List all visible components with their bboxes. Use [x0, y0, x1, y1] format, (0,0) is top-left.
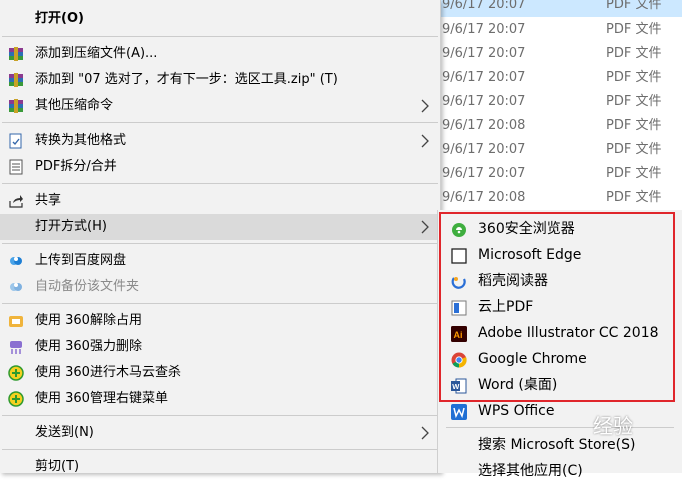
menu-item-send-to[interactable]: 发送到(N) — [0, 420, 440, 446]
menu-separator — [2, 183, 438, 184]
menu-item-upload-baidu[interactable]: 上传到百度网盘 — [0, 248, 440, 274]
watermark: 经验 — [593, 414, 633, 438]
convert-icon — [8, 133, 24, 149]
menu-item-auto-backup[interactable]: 自动备份该文件夹 — [0, 274, 440, 300]
menu-separator — [2, 36, 438, 37]
menu-item-other-compress[interactable]: 其他压缩命令 — [0, 93, 440, 119]
menu-separator — [2, 449, 438, 450]
baidu-cloud-icon — [8, 279, 24, 295]
edge-icon — [451, 247, 467, 264]
chevron-right-icon — [420, 128, 430, 154]
file-row[interactable]: 9/6/17 20:07 PDF 文件 — [438, 162, 682, 186]
submenu-item-illustrator[interactable]: Ai Adobe Illustrator CC 2018 — [438, 320, 682, 346]
menu-item-convert[interactable]: 转换为其他格式 — [0, 128, 440, 154]
file-row[interactable]: 9/6/17 20:07 PDF 文件 — [438, 18, 682, 42]
docer-reader-icon — [451, 273, 467, 289]
word-icon: W — [451, 377, 467, 394]
file-row[interactable]: 9/6/17 20:07 PDF 文件 — [438, 0, 682, 17]
file-row[interactable]: 9/6/17 20:08 PDF 文件 — [438, 114, 682, 138]
share-icon — [8, 193, 24, 209]
submenu-item-search-store[interactable]: 搜索 Microsoft Store(S) — [438, 432, 682, 458]
svg-text:W: W — [452, 382, 460, 391]
wps-icon — [451, 403, 467, 420]
360-plus-icon — [8, 365, 24, 381]
pdf-split-icon — [8, 159, 24, 175]
winrar-icon — [8, 46, 24, 62]
svg-text:Ai: Ai — [454, 330, 463, 340]
menu-item-trojan-scan-360[interactable]: 使用 360进行木马云查杀 — [0, 360, 440, 386]
menu-separator — [2, 122, 438, 123]
chevron-right-icon — [420, 214, 430, 240]
submenu-item-360-browser[interactable]: 360安全浏览器 — [438, 216, 682, 242]
menu-item-force-delete-360[interactable]: 使用 360强力删除 — [0, 334, 440, 360]
menu-item-cut[interactable]: 剪切(T) — [0, 454, 440, 480]
file-row[interactable]: 9/6/17 20:07 PDF 文件 — [438, 138, 682, 162]
winrar-icon — [8, 72, 24, 88]
submenu-item-word[interactable]: W Word (桌面) — [438, 372, 682, 398]
menu-separator — [2, 303, 438, 304]
menu-item-add-archive[interactable]: 添加到压缩文件(A)... — [0, 41, 440, 67]
menu-item-share[interactable]: 共享 — [0, 188, 440, 214]
submenu-separator — [446, 427, 674, 428]
menu-separator — [2, 243, 438, 244]
submenu-item-chrome[interactable]: Google Chrome — [438, 346, 682, 372]
chevron-right-icon — [420, 93, 430, 119]
submenu-item-edge[interactable]: Microsoft Edge — [438, 242, 682, 268]
submenu-item-wps[interactable]: WPS Office — [438, 398, 682, 424]
360-browser-icon — [451, 221, 467, 237]
menu-item-add-zip[interactable]: 添加到 "07 选对了，才有下一步：选区工具.zip" (T) — [0, 67, 440, 93]
unlock-360-icon — [8, 313, 24, 329]
file-row[interactable]: 9/6/17 20:08 PDF 文件 — [438, 186, 682, 210]
winrar-icon — [8, 98, 24, 114]
menu-item-manage-menu-360[interactable]: 使用 360管理右键菜单 — [0, 386, 440, 412]
chrome-icon — [451, 351, 467, 368]
menu-separator — [2, 415, 438, 416]
cloud-pdf-icon — [451, 299, 467, 316]
file-row[interactable]: 9/6/17 20:07 PDF 文件 — [438, 90, 682, 114]
menu-item-open[interactable]: 打开(O) — [0, 6, 440, 32]
submenu-item-cloud-pdf[interactable]: 云上PDF — [438, 294, 682, 320]
context-menu: 打开(O) 添加到压缩文件(A)... 添加到 "07 选对了，才有下一步：选区… — [0, 0, 441, 474]
submenu-item-docer-reader[interactable]: 稻壳阅读器 — [438, 268, 682, 294]
baidu-cloud-icon — [8, 253, 24, 269]
chevron-right-icon — [420, 420, 430, 446]
open-with-submenu: 360安全浏览器 Microsoft Edge 稻壳阅读器 云上PDF Ai A… — [437, 210, 682, 479]
illustrator-icon: Ai — [451, 325, 467, 342]
menu-item-pdf-split[interactable]: PDF拆分/合并 — [0, 154, 440, 180]
submenu-item-choose-other[interactable]: 选择其他应用(C) — [438, 458, 682, 484]
menu-item-unlock-360[interactable]: 使用 360解除占用 — [0, 308, 440, 334]
shredder-icon — [8, 339, 24, 355]
menu-item-open-with[interactable]: 打开方式(H) — [0, 214, 440, 240]
file-row[interactable]: 9/6/17 20:07 PDF 文件 — [438, 42, 682, 66]
360-plus-icon — [8, 391, 24, 407]
file-row[interactable]: 9/6/17 20:07 PDF 文件 — [438, 66, 682, 90]
